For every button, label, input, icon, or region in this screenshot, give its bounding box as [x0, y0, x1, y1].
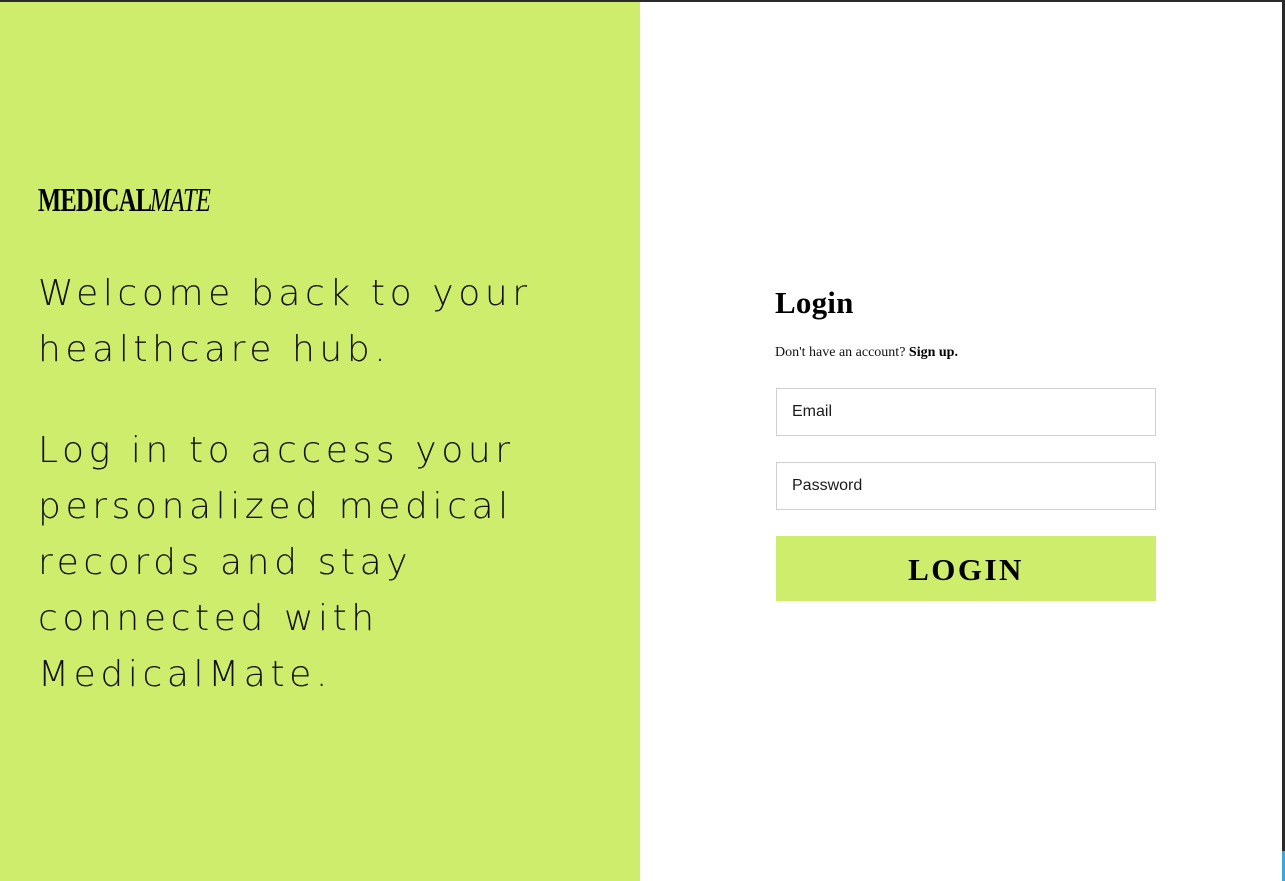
description-line: MedicalMate.	[38, 654, 332, 695]
welcome-message: Welcome back to your healthcare hub. Log…	[38, 266, 598, 703]
signup-prompt-line: Don't have an account? Sign up.	[775, 345, 1156, 361]
signup-prompt-text: Don't have an account?	[775, 345, 906, 360]
email-input[interactable]	[776, 388, 1156, 436]
login-button[interactable]: LOGIN	[776, 536, 1156, 601]
signup-link[interactable]: Sign up.	[909, 345, 958, 360]
description-line: Log in to access your	[38, 430, 515, 471]
welcome-panel: Medical Mate Welcome back to your healthc…	[0, 2, 640, 881]
welcome-line: healthcare hub.	[38, 329, 391, 370]
medicalmate-logo: Medical Mate	[38, 184, 234, 218]
description-line: records and stay	[38, 542, 413, 583]
logo-text-bold: Medical	[38, 182, 152, 219]
welcome-line: Welcome back to your	[38, 273, 532, 314]
welcome-heading: Welcome back to your healthcare hub.	[38, 266, 598, 378]
login-title: Login	[775, 285, 854, 320]
password-input[interactable]	[776, 462, 1156, 510]
login-form: Login Don't have an account? Sign up. LO…	[775, 283, 1156, 601]
welcome-description: Log in to access your personalized medic…	[38, 423, 598, 703]
description-line: connected with	[38, 598, 379, 639]
description-line: personalized medical	[38, 486, 513, 527]
logo-text-light: Mate	[150, 182, 211, 219]
